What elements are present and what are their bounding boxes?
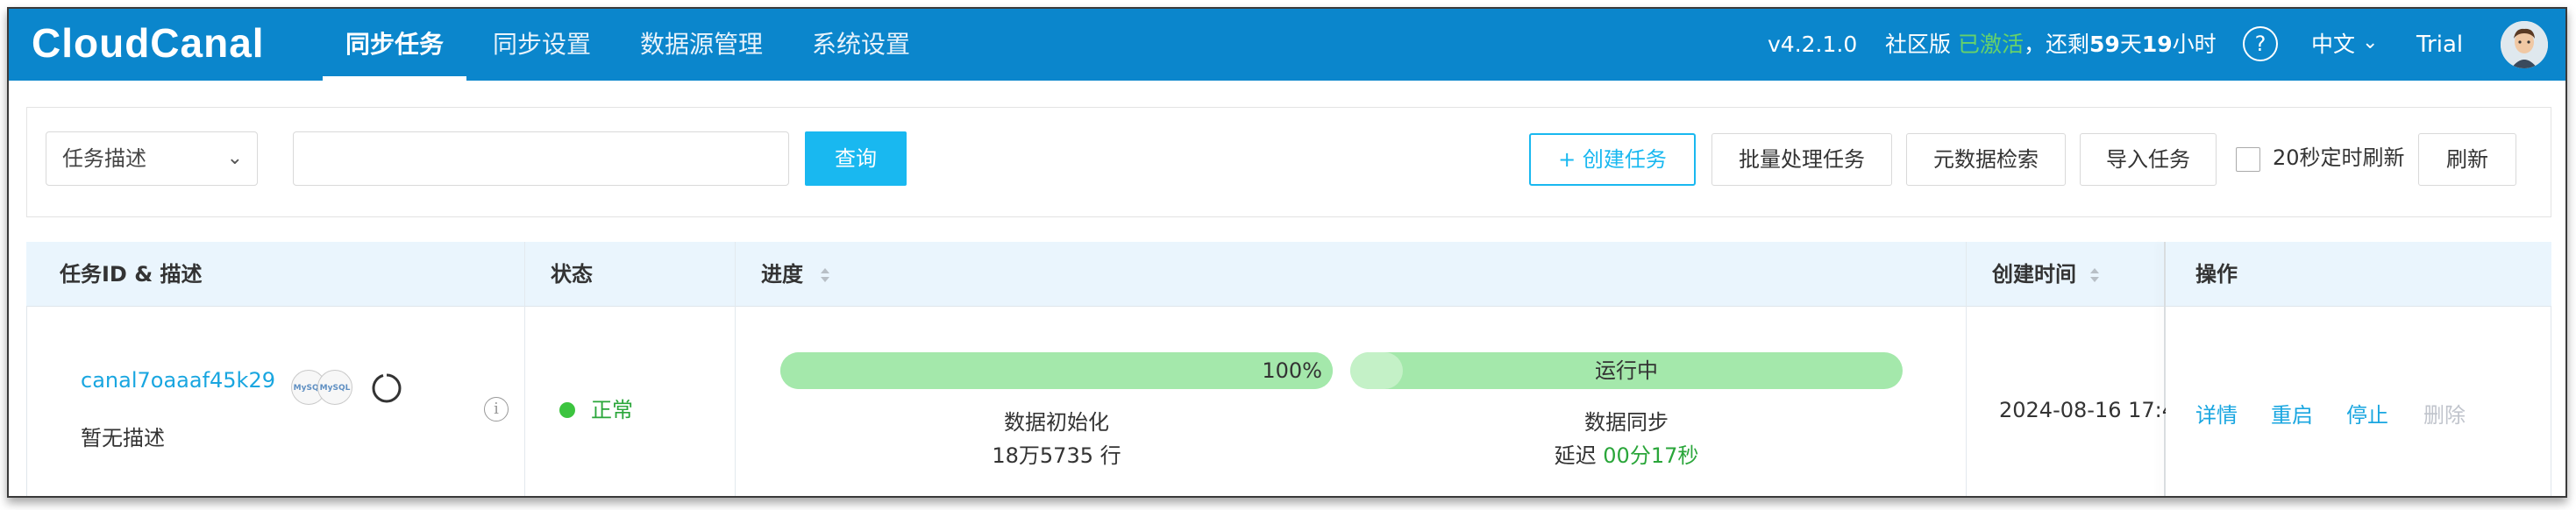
language-selector[interactable]: 中文 ⌄ xyxy=(2311,9,2378,81)
auto-refresh-label: 20秒定时刷新 xyxy=(2273,145,2405,170)
nav-sync-settings[interactable]: 同步设置 xyxy=(493,9,591,81)
trial-label[interactable]: Trial xyxy=(2416,9,2463,81)
nav-system-settings[interactable]: 系统设置 xyxy=(812,9,910,81)
auto-refresh-checkbox[interactable] xyxy=(2236,147,2260,172)
column-divider xyxy=(524,242,525,496)
query-button[interactable]: 查询 xyxy=(805,131,907,186)
delay-value: 00分17秒 xyxy=(1603,443,1699,468)
refresh-button[interactable]: 刷新 xyxy=(2418,133,2516,186)
fixed-column-shadow xyxy=(2164,242,2166,496)
nav-datasource-management[interactable]: 数据源管理 xyxy=(640,9,763,81)
import-task-button[interactable]: 导入任务 xyxy=(2080,133,2217,186)
user-avatar[interactable] xyxy=(2501,21,2548,68)
sync-delay: 延迟 00分17秒 xyxy=(1350,438,1903,469)
info-icon[interactable]: i xyxy=(484,397,509,421)
restart-link[interactable]: 重启 xyxy=(2271,398,2313,429)
language-label: 中文 xyxy=(2311,32,2356,57)
avatar-icon xyxy=(2501,21,2548,68)
col-header-task: 任务ID & 描述 xyxy=(60,262,203,287)
delay-prefix: 延迟 xyxy=(1554,443,1597,468)
chevron-down-icon: ⌄ xyxy=(226,147,243,169)
sync-label: 数据同步 xyxy=(1584,410,1669,435)
search-field-select[interactable]: 任务描述 ⌄ xyxy=(46,131,258,186)
help-icon[interactable]: ? xyxy=(2243,26,2278,61)
license-info: 社区版 已激活，还剩59天19小时 xyxy=(1885,9,2217,81)
task-id-link[interactable]: canal7oaaaf45k29 xyxy=(81,368,275,393)
license-comma: ， xyxy=(2023,32,2046,57)
remaining-prefix: 还剩 xyxy=(2046,32,2090,57)
nav-active-indicator xyxy=(323,76,467,81)
task-description: 暂无描述 xyxy=(81,426,165,450)
status-dot-icon xyxy=(559,402,575,418)
sync-icon xyxy=(372,373,402,403)
edition-label: 社区版 xyxy=(1885,32,1952,57)
init-progress-bar: 100% xyxy=(780,352,1333,389)
col-header-status: 状态 xyxy=(551,262,593,287)
nav-sync-tasks[interactable]: 同步任务 xyxy=(323,9,467,81)
created-time: 2024-08-16 17:4 xyxy=(1999,398,2166,422)
remaining-hours: 19 xyxy=(2141,32,2173,57)
sync-status-text: 运行中 xyxy=(1595,358,1658,383)
col-header-actions: 操作 xyxy=(2195,262,2238,287)
sync-progress-bar: 运行中 xyxy=(1350,352,1903,389)
delete-link[interactable]: 删除 xyxy=(2423,398,2466,429)
search-field-select-value: 任务描述 xyxy=(62,146,146,171)
init-label: 数据初始化 xyxy=(1004,410,1109,435)
remaining-days: 59 xyxy=(2089,32,2120,57)
nav-sync-tasks-label: 同步任务 xyxy=(345,30,445,59)
search-input[interactable] xyxy=(293,131,789,186)
table-header xyxy=(26,242,2551,307)
top-navbar: CloudCanal 同步任务 同步设置 数据源管理 系统设置 v4.2.1.0… xyxy=(9,9,2565,81)
sort-icon[interactable] xyxy=(819,267,831,283)
hour-unit: 小时 xyxy=(2172,32,2217,57)
init-progress-fill xyxy=(780,352,1333,389)
day-unit: 天 xyxy=(2119,32,2142,57)
create-task-button[interactable]: + 创建任务 xyxy=(1529,133,1696,186)
col-header-created[interactable]: 创建时间 xyxy=(1992,242,2076,307)
detail-link[interactable]: 详情 xyxy=(2195,398,2238,429)
init-rows: 18万5735 行 xyxy=(992,443,1121,468)
chevron-down-icon: ⌄ xyxy=(2361,32,2379,53)
sort-icon[interactable] xyxy=(2089,267,2101,283)
stop-link[interactable]: 停止 xyxy=(2346,398,2388,429)
cloudcanal-logo[interactable]: CloudCanal xyxy=(32,19,265,67)
batch-process-button[interactable]: 批量处理任务 xyxy=(1711,133,1892,186)
col-header-progress[interactable]: 进度 xyxy=(761,242,803,307)
mysql-target-icon: MySQL xyxy=(317,370,352,405)
column-divider xyxy=(735,242,736,496)
init-progress-percent: 100% xyxy=(1262,358,1322,383)
metadata-search-button[interactable]: 元数据检索 xyxy=(1906,133,2066,186)
column-divider xyxy=(1966,242,1967,496)
status-label: 正常 xyxy=(591,398,633,422)
activated-label: 已激活 xyxy=(1957,32,2024,57)
app-window: CloudCanal 同步任务 同步设置 数据源管理 系统设置 v4.2.1.0… xyxy=(7,7,2567,498)
version-label: v4.2.1.0 xyxy=(1768,32,1858,57)
